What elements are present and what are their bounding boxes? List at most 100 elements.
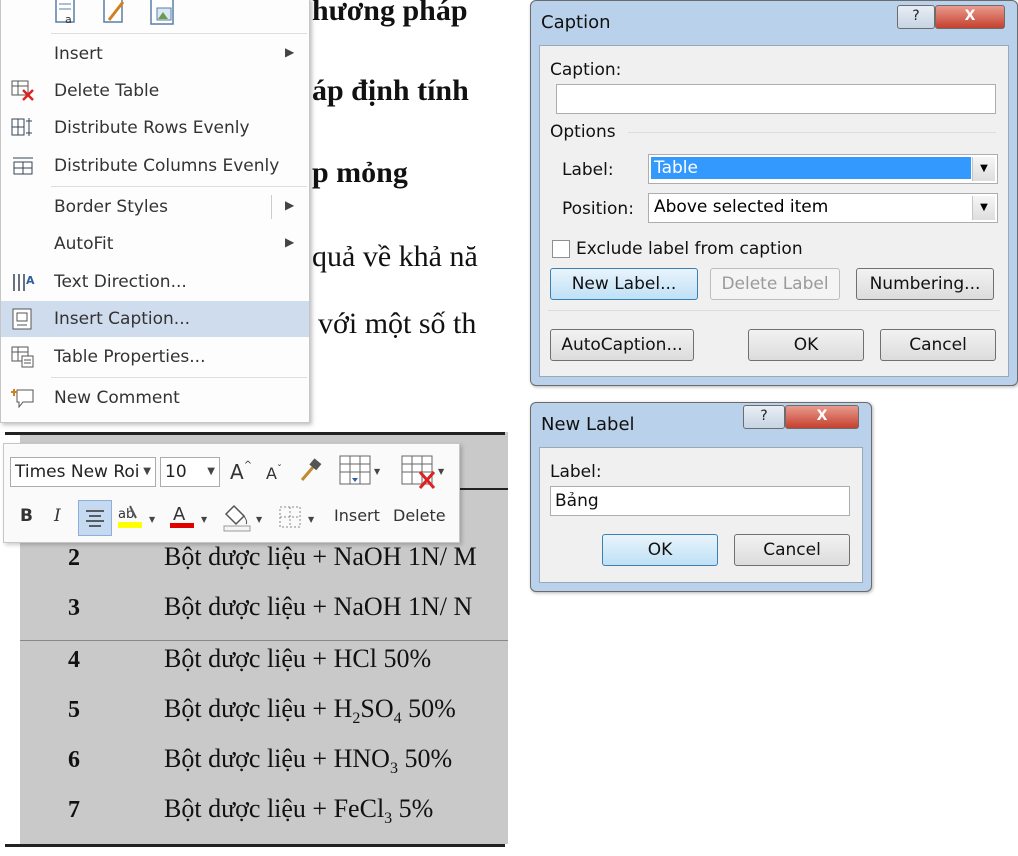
font-name-combo[interactable]: Times New Roi ▼ [10,457,156,487]
delete-label-button[interactable]: Delete Label [710,268,840,300]
table-row-number: 7 [68,797,80,823]
new-label-input[interactable]: Bảng [550,486,850,516]
context-menu: a Insert ▶ Delete Table Distribute Rows … [0,0,310,423]
autocaption-button[interactable]: AutoCaption... [550,329,694,361]
label-select[interactable]: Table ▼ [648,154,998,184]
label-select-value: Table [651,157,971,179]
insert-label[interactable]: Insert [334,506,380,525]
doc-heading-line-3: p mỏng [312,156,408,189]
dialog-title: New Label [541,414,635,435]
table-divider [20,640,508,641]
table-row-text: Bột dược liệu + NaOH 1N/ N [164,592,473,621]
svg-text:▼: ▼ [308,515,315,524]
close-button[interactable]: X [785,405,859,429]
distribute-columns-icon [11,155,35,177]
table-row-number: 5 [68,697,80,723]
new-comment-icon [11,387,35,409]
submenu-arrow-icon: ▶ [285,198,295,212]
menu-item-distribute-rows[interactable]: Distribute Rows Evenly [1,110,309,146]
menu-item-insert[interactable]: Insert ▶ [1,36,309,72]
align-center-button[interactable] [78,500,112,536]
table-row-number: 2 [68,545,80,571]
delete-table-icon [11,80,35,102]
caption-dialog-body: Caption: Options Label: Table ▼ Position… [539,45,1009,377]
menu-item-label: Distribute Rows Evenly [54,118,250,138]
doc-heading-line-1: hương pháp [312,0,468,27]
borders-button[interactable]: ▼ [276,502,320,534]
svg-text:▼: ▼ [201,515,208,524]
delete-label[interactable]: Delete [393,506,446,525]
chevron-down-icon[interactable]: ▼ [972,157,995,181]
cancel-button[interactable]: Cancel [734,534,850,566]
group-divider [628,132,996,133]
menu-item-new-comment[interactable]: New Comment [1,380,309,416]
menu-item-distribute-columns[interactable]: Distribute Columns Evenly [1,148,309,184]
menu-item-text-direction[interactable]: A Text Direction... [1,264,309,300]
menu-separator [51,377,307,378]
ok-button[interactable]: OK [602,534,718,566]
shading-button[interactable]: ▼ [220,500,266,534]
new-label-dialog-body: Label: Bảng OK Cancel [539,447,863,583]
font-size-combo[interactable]: 10 ▼ [160,457,220,487]
paste-merge-icon[interactable] [101,0,127,26]
menu-item-table-properties[interactable]: Table Properties... [1,339,309,375]
menu-item-label: AutoFit [54,234,114,254]
chevron-down-icon: ▼ [143,466,151,477]
highlight-color-button[interactable]: ab ▼ [116,502,160,534]
table-row-number: 6 [68,747,80,773]
bold-button[interactable]: B [20,506,33,526]
options-group-label: Options [550,122,616,142]
align-center-icon [86,510,104,527]
cancel-button[interactable]: Cancel [880,329,996,361]
dialog-title: Caption [541,12,611,33]
svg-text:A: A [26,274,35,287]
distribute-rows-icon [11,117,35,139]
menu-item-label: Border Styles [54,197,168,217]
font-color-button[interactable]: A ▼ [168,502,212,534]
caption-input[interactable] [556,84,996,114]
menu-item-delete-table[interactable]: Delete Table [1,73,309,109]
menu-item-label: Text Direction... [54,272,187,292]
svg-text:A: A [173,504,186,525]
menu-item-label: Distribute Columns Evenly [54,156,280,176]
submenu-arrow-icon: ▶ [285,45,295,59]
menu-item-border-styles[interactable]: Border Styles ▶ [1,189,309,225]
format-painter-icon[interactable] [296,458,322,484]
exclude-label-text[interactable]: Exclude label from caption [576,239,803,259]
paste-keep-text-icon[interactable]: a [53,0,79,26]
exclude-label-checkbox[interactable] [552,240,570,258]
paste-picture-icon[interactable] [149,0,177,26]
table-row-text: Bột dược liệu + HNO3 50% [164,744,453,778]
ok-button[interactable]: OK [748,329,864,361]
table-row-text: Bột dược liệu + NaOH 1N/ M [164,542,477,571]
caption-field-label: Caption: [550,60,622,80]
submenu-arrow-icon: ▶ [285,235,295,249]
shrink-font-icon[interactable]: Aˇ [266,464,282,483]
menu-item-label: Insert [54,44,103,64]
help-button[interactable]: ? [743,405,785,429]
position-select[interactable]: Above selected item ▼ [648,193,998,223]
table-row-number: 3 [68,595,80,621]
new-label-button[interactable]: New Label... [550,268,698,300]
caption-dialog: Caption ? X Caption: Options Label: Tabl… [530,0,1018,386]
paint-bucket-icon: ▼ [223,504,263,532]
italic-button[interactable]: I [54,506,61,526]
font-name-value: Times New Roi [15,462,139,482]
menu-item-autofit[interactable]: AutoFit ▶ [1,226,309,262]
menu-separator [51,186,307,187]
chevron-down-icon: ▼ [207,466,215,477]
svg-text:▼: ▼ [149,515,156,524]
chevron-down-icon[interactable]: ▼ [972,196,995,220]
menu-item-insert-caption[interactable]: Insert Caption... [1,301,309,337]
help-button[interactable]: ? [897,5,935,29]
insert-table-icon[interactable]: ▼ [338,454,384,488]
doc-body-line-1: quả về khả nă [312,240,478,273]
grow-font-icon[interactable]: A^ [230,460,252,484]
numbering-button[interactable]: Numbering... [856,268,994,300]
table-properties-icon [11,346,35,368]
delete-table-toolbar-icon[interactable]: ▼ [400,454,450,490]
position-field-label: Position: [562,199,634,219]
menu-item-label: New Comment [54,388,180,408]
split-divider [271,195,272,219]
close-button[interactable]: X [935,5,1005,29]
